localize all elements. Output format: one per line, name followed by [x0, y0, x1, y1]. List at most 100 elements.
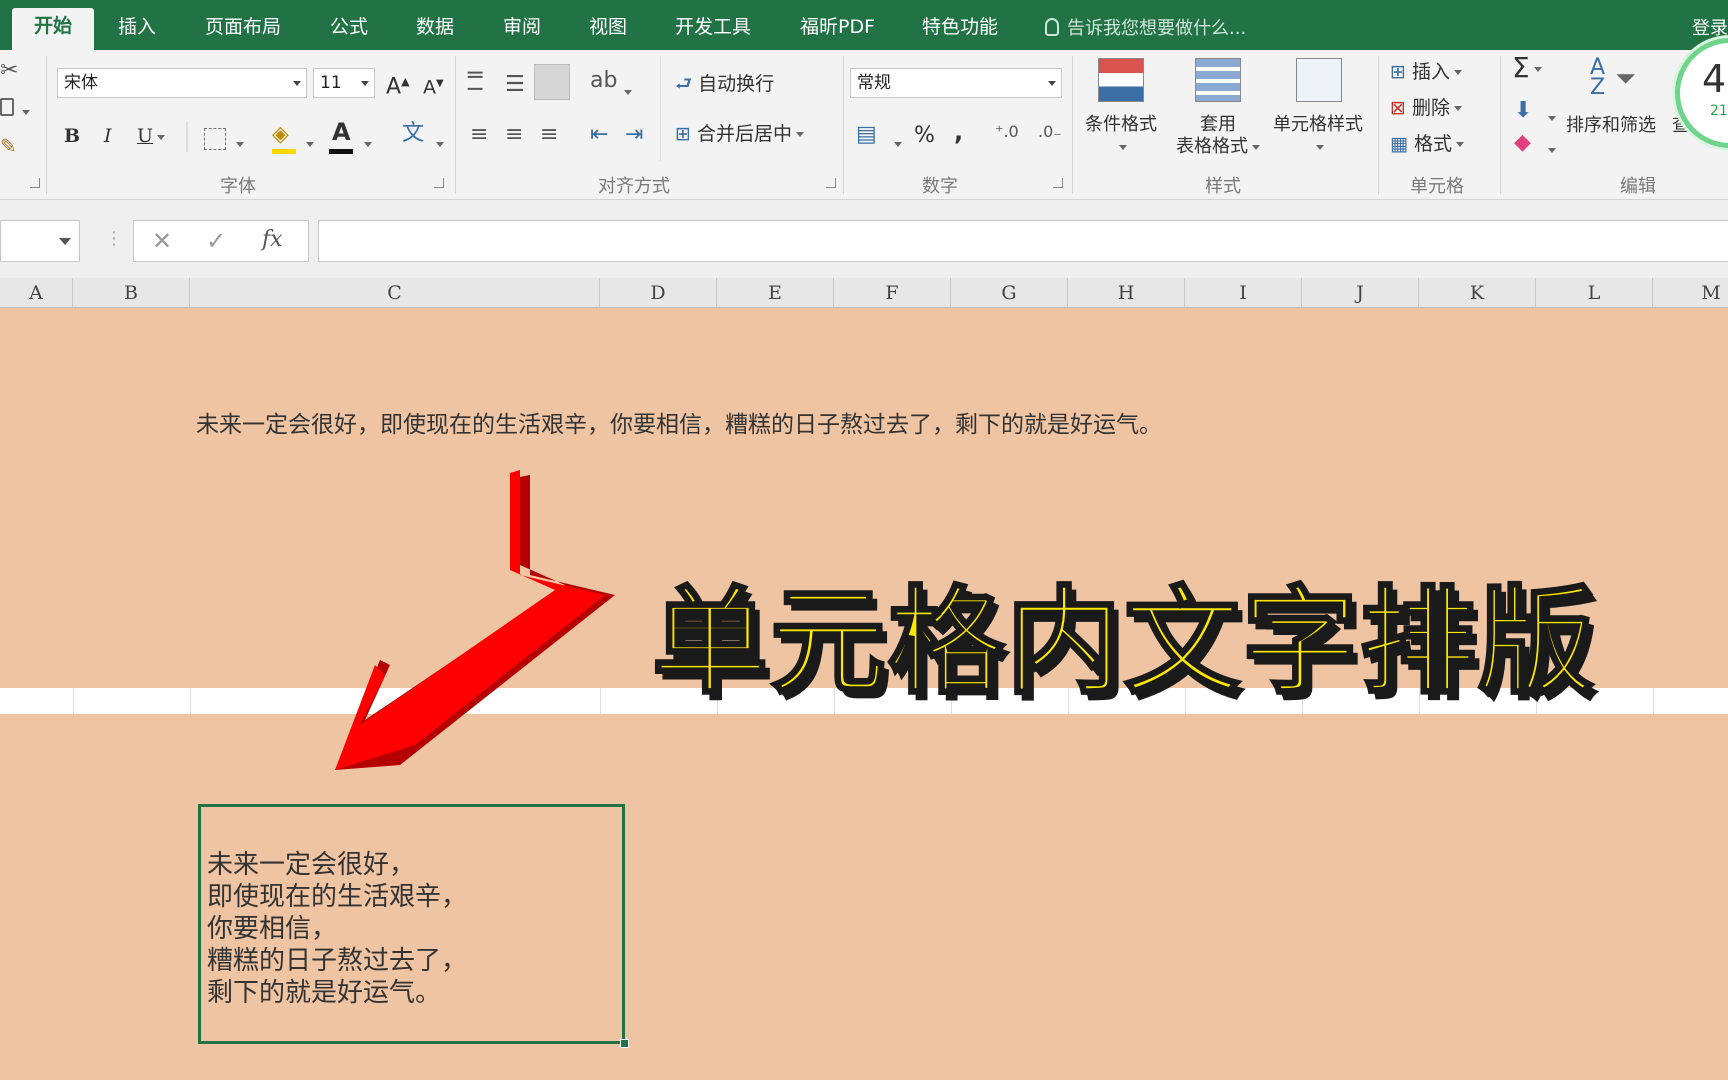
- orientation-dropdown-icon[interactable]: [620, 82, 632, 101]
- decrease-indent-icon[interactable]: ⇤: [590, 122, 608, 147]
- align-bottom-icon[interactable]: [534, 64, 570, 100]
- align-middle-icon[interactable]: ☰: [505, 72, 525, 97]
- column-header[interactable]: I: [1185, 278, 1302, 308]
- font-size-box[interactable]: 11: [313, 68, 375, 98]
- underline-button[interactable]: U: [137, 124, 166, 148]
- selected-cell[interactable]: 未来一定会很好， 即使现在的生活艰辛， 你要相信， 糟糕的日子熬过去了， 剩下的…: [198, 804, 629, 1048]
- tab-data[interactable]: 数据: [416, 10, 454, 50]
- clipboard-launcher-icon[interactable]: [30, 178, 40, 188]
- sign-in-link[interactable]: 登录: [1692, 14, 1728, 40]
- column-header[interactable]: F: [834, 278, 951, 308]
- insert-cells-label: 插入: [1411, 61, 1450, 83]
- chevron-down-icon: [361, 81, 369, 86]
- copy-dropdown-icon[interactable]: [18, 102, 30, 121]
- cell-sentence[interactable]: 未来一定会很好，即使现在的生活艰辛，你要相信，糟糕的日子熬过去了，剩下的就是好运…: [196, 405, 1162, 439]
- delete-cells-button[interactable]: ⊠ 删除: [1390, 96, 1462, 120]
- borders-dropdown-icon[interactable]: [232, 134, 244, 153]
- cell-styles-button[interactable]: 单元格样式: [1266, 114, 1370, 158]
- number-format-box[interactable]: 常规: [850, 68, 1062, 98]
- column-header[interactable]: M: [1653, 278, 1728, 308]
- column-header[interactable]: L: [1536, 278, 1653, 308]
- shrink-font-label: A: [423, 76, 436, 99]
- fill-dropdown-icon[interactable]: [1544, 108, 1556, 127]
- column-header[interactable]: B: [73, 278, 190, 308]
- comma-button[interactable]: ,: [954, 120, 963, 144]
- format-cells-button[interactable]: ▦ 格式: [1390, 132, 1465, 156]
- fill-color-icon[interactable]: ◈: [272, 122, 289, 147]
- tab-page-layout[interactable]: 页面布局: [205, 10, 281, 50]
- enter-icon[interactable]: ✓: [206, 227, 226, 255]
- phonetic-button[interactable]: 文: [402, 122, 424, 146]
- column-header[interactable]: G: [951, 278, 1068, 308]
- column-header[interactable]: A: [0, 278, 73, 308]
- fill-color-dropdown-icon[interactable]: [302, 134, 314, 153]
- number-format-value: 常规: [857, 73, 891, 93]
- tell-me-search[interactable]: 告诉我您想要做什么...: [1045, 14, 1246, 40]
- formula-input[interactable]: [318, 220, 1728, 262]
- conditional-format-button[interactable]: 条件格式: [1078, 114, 1164, 158]
- format-as-table-button[interactable]: 套用 表格格式: [1165, 114, 1271, 158]
- tab-developer[interactable]: 开发工具: [675, 10, 751, 50]
- cut-icon[interactable]: ✂: [0, 58, 18, 83]
- phonetic-dropdown-icon[interactable]: [432, 134, 444, 153]
- tab-foxit-pdf[interactable]: 福昕PDF: [800, 10, 875, 50]
- wrap-text-button[interactable]: ⮐ 自动换行: [675, 72, 774, 96]
- chevron-down-icon: [293, 81, 301, 86]
- conditional-format-icon: [1098, 58, 1144, 102]
- decrease-decimal-icon[interactable]: .0₋: [1038, 122, 1062, 141]
- table-format-icon: [1195, 58, 1241, 102]
- align-left-icon[interactable]: ≡: [470, 122, 488, 147]
- borders-icon[interactable]: [204, 128, 226, 150]
- bold-button[interactable]: B: [64, 124, 80, 148]
- fill-down-icon[interactable]: ⬇: [1514, 98, 1532, 123]
- column-header[interactable]: J: [1302, 278, 1419, 308]
- cell-styles-icon: [1296, 58, 1342, 102]
- formula-bar-grip[interactable]: ⋮: [105, 228, 123, 249]
- increase-indent-icon[interactable]: ⇥: [625, 122, 643, 147]
- insert-cells-button[interactable]: ⊞ 插入: [1390, 60, 1462, 84]
- copy-icon[interactable]: [0, 98, 14, 116]
- tab-formulas[interactable]: 公式: [330, 10, 368, 50]
- insert-function-button[interactable]: fx: [262, 227, 283, 252]
- column-header[interactable]: K: [1419, 278, 1536, 308]
- font-launcher-icon[interactable]: [434, 178, 444, 188]
- align-center-icon[interactable]: ≡: [505, 122, 523, 147]
- font-name-box[interactable]: 宋体: [57, 68, 307, 98]
- tab-special-features[interactable]: 特色功能: [922, 10, 998, 50]
- clear-icon[interactable]: ◆: [1514, 130, 1531, 155]
- number-launcher-icon[interactable]: [1053, 178, 1063, 188]
- column-header[interactable]: H: [1068, 278, 1185, 308]
- align-top-icon[interactable]: ═ ─: [468, 63, 482, 101]
- tab-view[interactable]: 视图: [589, 10, 627, 50]
- orientation-icon[interactable]: ab: [590, 68, 617, 93]
- cancel-icon[interactable]: ✕: [152, 227, 172, 255]
- tab-review[interactable]: 审阅: [503, 10, 541, 50]
- column-header[interactable]: D: [600, 278, 717, 308]
- italic-button[interactable]: I: [104, 124, 112, 148]
- column-header[interactable]: E: [717, 278, 834, 308]
- format-painter-icon[interactable]: ✎: [0, 134, 17, 158]
- shrink-font-button[interactable]: A▼: [423, 72, 444, 99]
- name-box[interactable]: [0, 220, 80, 262]
- tab-home[interactable]: 开始: [12, 8, 95, 50]
- conditional-format-label: 条件格式: [1085, 114, 1157, 135]
- fill-handle[interactable]: [620, 1039, 629, 1048]
- sort-filter-button[interactable]: 排序和筛选: [1566, 114, 1656, 138]
- percent-button[interactable]: %: [914, 124, 935, 148]
- tab-insert[interactable]: 插入: [118, 10, 156, 50]
- merge-center-button[interactable]: ⊞ 合并后居中: [675, 122, 804, 146]
- accounting-dropdown-icon[interactable]: [890, 134, 902, 153]
- grow-font-button[interactable]: A▲: [386, 70, 410, 99]
- insert-cells-icon: ⊞: [1390, 61, 1412, 83]
- alignment-launcher-icon[interactable]: [826, 178, 836, 188]
- font-color-dropdown-icon[interactable]: [360, 134, 372, 153]
- accounting-format-icon[interactable]: ▤: [856, 122, 877, 147]
- table-format-label-2: 表格格式: [1176, 136, 1248, 157]
- wrap-text-label: 自动换行: [698, 73, 775, 95]
- font-color-button[interactable]: A: [332, 120, 351, 144]
- column-header[interactable]: C: [190, 278, 600, 308]
- clear-dropdown-icon[interactable]: [1544, 140, 1556, 159]
- align-right-icon[interactable]: ≡: [540, 122, 558, 147]
- autosum-button[interactable]: Σ: [1512, 54, 1542, 82]
- increase-decimal-icon[interactable]: ⁺.0: [995, 122, 1019, 141]
